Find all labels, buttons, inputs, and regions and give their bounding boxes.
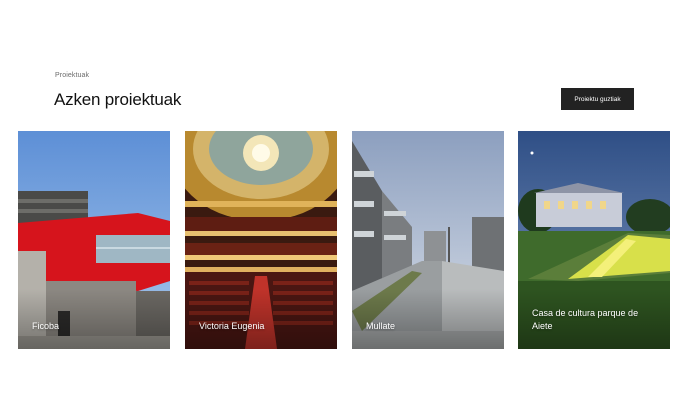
project-card-aiete[interactable]: Casa de cultura parque de Aiete [518, 131, 670, 349]
project-grid: Ficoba Victoria Eugenia Mullate Casa de … [18, 131, 670, 349]
project-card-mullate[interactable]: Mullate [352, 131, 504, 349]
page-title: Azken proiektuak [54, 90, 182, 109]
card-shade [18, 289, 170, 349]
project-card-ficoba[interactable]: Ficoba [18, 131, 170, 349]
project-card-victoria-eugenia[interactable]: Victoria Eugenia [185, 131, 337, 349]
all-projects-button[interactable]: Proiektu guztiak [561, 88, 634, 110]
card-shade [352, 289, 504, 349]
project-title: Victoria Eugenia [199, 321, 265, 331]
project-title: Ficoba [32, 321, 60, 331]
card-shade [185, 289, 337, 349]
project-title: Casa de cultura parque de Aiete [532, 308, 639, 331]
eyebrow-label: Proiektuak [55, 72, 90, 79]
project-title: Mullate [366, 321, 396, 331]
